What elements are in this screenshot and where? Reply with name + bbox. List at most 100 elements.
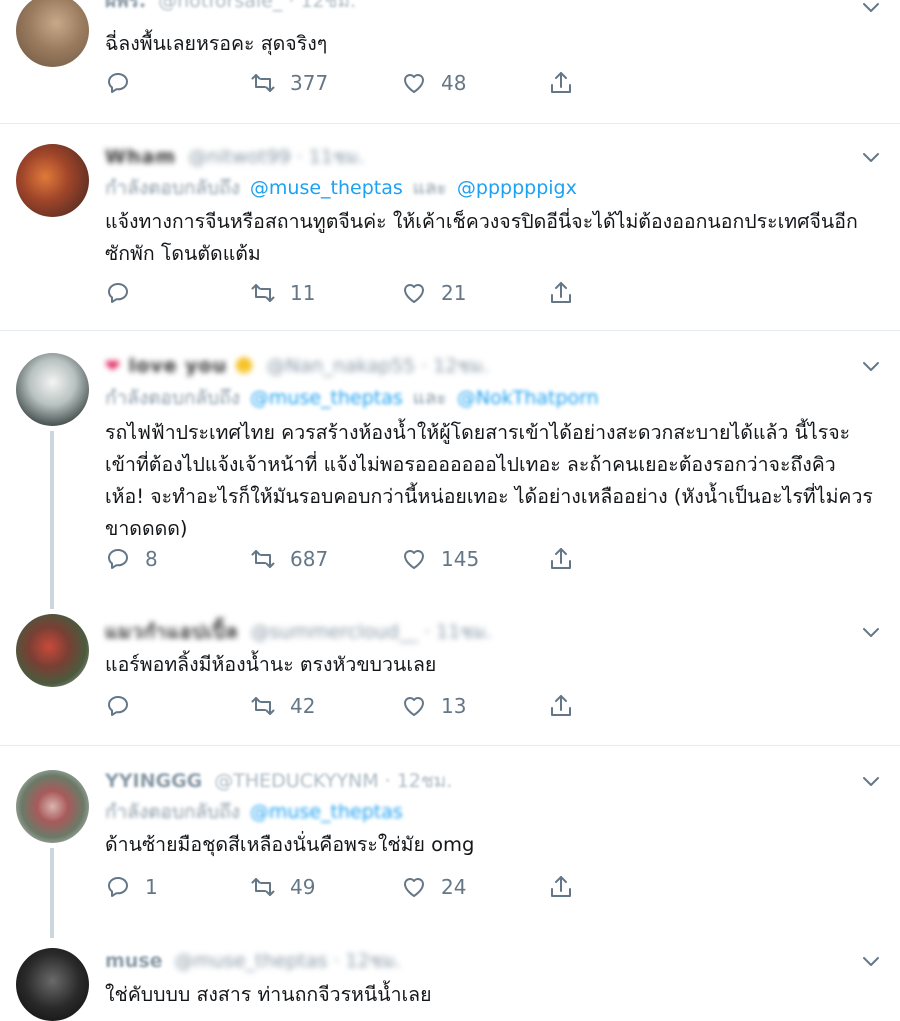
and-label: และ bbox=[412, 177, 447, 199]
tweet[interactable]: ผพร. @notforsale_ · 12ชม. ฉี่ลงพื้นเลยหร… bbox=[0, 0, 900, 124]
tweet-header: ❤ love you ☻ @Nan_nakap55 · 12ชม. bbox=[105, 353, 489, 379]
emoji-icon: ☻ bbox=[234, 356, 255, 377]
mention-link[interactable]: @NokThatporn bbox=[457, 387, 599, 409]
retweet-count: 49 bbox=[290, 875, 316, 899]
heart-emoji-icon: ❤ bbox=[105, 356, 122, 377]
mention-link[interactable]: @muse_theptas bbox=[250, 177, 403, 199]
tweet-header: YYINGGG @THEDUCKYYNM · 12ชม. bbox=[105, 768, 452, 794]
retweet-icon bbox=[251, 284, 275, 302]
tweet[interactable]: muse @muse_theptas · 12ชม. ใช่คับบบบ สงส… bbox=[0, 938, 900, 1021]
retweet-count: 377 bbox=[290, 71, 329, 95]
avatar[interactable] bbox=[16, 614, 89, 687]
tweet-text: แจ้งทางการจีนหรือสถานทูตจีนค่ะ ให้เค้าเช… bbox=[105, 210, 858, 265]
share-icon bbox=[551, 282, 571, 303]
user-handle[interactable]: @muse_theptas · 12ชม. bbox=[175, 946, 402, 976]
reply-button[interactable]: 1 bbox=[105, 871, 158, 903]
avatar[interactable] bbox=[16, 770, 89, 843]
user-handle[interactable]: @notforsale_ · 12ชม. bbox=[158, 0, 356, 16]
avatar[interactable] bbox=[16, 0, 89, 67]
chevron-down-icon[interactable] bbox=[860, 621, 882, 643]
retweet-button[interactable]: 49 bbox=[250, 871, 315, 903]
tweet-header: ผพร. @notforsale_ · 12ชม. bbox=[105, 0, 356, 14]
share-icon bbox=[551, 876, 571, 897]
heart-icon bbox=[404, 284, 424, 303]
tweet-text: แอร์พอทลิ้งมีห้องน้ำนะ ตรงหัวขบวนเลย bbox=[105, 653, 437, 676]
chevron-down-icon[interactable] bbox=[860, 770, 882, 792]
user-handle[interactable]: @summercloud__ · 11ชม. bbox=[251, 617, 492, 647]
display-name[interactable]: ❤ love you ☻ bbox=[105, 355, 255, 377]
reply-icon bbox=[108, 877, 128, 897]
replying-to-label: กำลังตอบกลับถึง bbox=[105, 177, 240, 199]
chevron-down-icon[interactable] bbox=[860, 355, 882, 377]
tweet-text: ฉี่ลงพื้นเลยหรอคะ สุดจริงๆ bbox=[105, 32, 328, 55]
heart-icon bbox=[404, 878, 424, 897]
tweet-text: ใช่คับบบบ สงสาร ท่านถกจีวรหนีน้ำเลย bbox=[105, 983, 432, 1006]
mention-link[interactable]: @muse_theptas bbox=[250, 801, 403, 823]
display-name[interactable]: Wham bbox=[105, 146, 176, 168]
user-handle[interactable]: @THEDUCKYYNM · 12ชม. bbox=[214, 766, 452, 796]
tweet-actions: 1 49 24 bbox=[105, 871, 585, 903]
retweet-button[interactable]: 377 bbox=[250, 67, 328, 99]
avatar[interactable] bbox=[16, 144, 89, 217]
chevron-down-icon[interactable] bbox=[860, 146, 882, 168]
retweet-icon bbox=[251, 878, 275, 896]
reply-icon bbox=[108, 696, 128, 716]
tweet[interactable]: YYINGGG @THEDUCKYYNM · 12ชม. กำลังตอบกลั… bbox=[0, 746, 900, 938]
tweet-actions: 11 21 bbox=[105, 277, 585, 309]
share-icon bbox=[551, 695, 571, 716]
reply-icon bbox=[108, 283, 128, 303]
user-handle[interactable]: @Nan_nakap55 · 12ชม. bbox=[267, 351, 489, 381]
like-button[interactable]: 13 bbox=[401, 690, 466, 722]
tweet-header: Wham @nitwot99 · 11ชม. bbox=[105, 144, 364, 170]
like-count: 24 bbox=[441, 875, 467, 899]
display-name[interactable]: ผพร. bbox=[105, 0, 146, 16]
reply-button[interactable]: 8 bbox=[105, 543, 158, 575]
reply-count: 8 bbox=[145, 547, 158, 571]
avatar[interactable] bbox=[16, 353, 89, 426]
share-button[interactable] bbox=[548, 543, 574, 575]
retweet-count: 687 bbox=[290, 547, 329, 571]
thread-line bbox=[50, 431, 54, 609]
replying-to: กำลังตอบกลับถึง @muse_theptas และ @ppppp… bbox=[105, 175, 577, 201]
replying-to: กำลังตอบกลับถึง @muse_theptas และ @NokTh… bbox=[105, 385, 599, 411]
retweet-button[interactable]: 42 bbox=[250, 690, 315, 722]
like-button[interactable]: 48 bbox=[401, 67, 466, 99]
tweet-header: muse @muse_theptas · 12ชม. bbox=[105, 948, 401, 974]
chevron-down-icon[interactable] bbox=[860, 950, 882, 972]
share-button[interactable] bbox=[548, 871, 574, 903]
retweet-button[interactable]: 11 bbox=[250, 277, 315, 309]
like-button[interactable]: 145 bbox=[401, 543, 479, 575]
share-icon bbox=[551, 72, 571, 93]
reply-button[interactable] bbox=[105, 690, 145, 722]
retweet-button[interactable]: 687 bbox=[250, 543, 328, 575]
tweet[interactable]: แมวกำแอปเปิ้ล @summercloud__ · 11ชม. แอร… bbox=[0, 598, 900, 746]
heart-icon bbox=[404, 74, 424, 93]
replying-to-label: กำลังตอบกลับถึง bbox=[105, 801, 240, 823]
like-button[interactable]: 24 bbox=[401, 871, 466, 903]
tweet-actions: 42 13 bbox=[105, 690, 585, 722]
share-button[interactable] bbox=[548, 67, 574, 99]
mention-link[interactable]: @muse_theptas bbox=[250, 387, 403, 409]
like-button[interactable]: 21 bbox=[401, 277, 466, 309]
chevron-down-icon[interactable] bbox=[860, 0, 882, 18]
mention-link[interactable]: @ppppppigx bbox=[457, 177, 577, 199]
tweet[interactable]: Wham @nitwot99 · 11ชม. กำลังตอบกลับถึง @… bbox=[0, 124, 900, 331]
retweet-icon bbox=[251, 697, 275, 715]
reply-icon bbox=[108, 549, 128, 569]
tweet-text: รถไฟฟ้าประเทศไทย ควรสร้างห้องน้ำให้ผู้โด… bbox=[105, 421, 873, 540]
replying-to: กำลังตอบกลับถึง @muse_theptas bbox=[105, 799, 403, 825]
reply-button[interactable] bbox=[105, 67, 145, 99]
retweet-count: 11 bbox=[290, 281, 316, 305]
display-name[interactable]: muse bbox=[105, 950, 163, 972]
retweet-icon bbox=[251, 74, 275, 92]
tweet[interactable]: ❤ love you ☻ @Nan_nakap55 · 12ชม. กำลังต… bbox=[0, 331, 900, 609]
display-name[interactable]: แมวกำแอปเปิ้ล bbox=[105, 617, 239, 647]
share-button[interactable] bbox=[548, 277, 574, 309]
tweet-text: ด้านซ้ายมือชุดสีเหลืองนั่นคือพระใช่มัย o… bbox=[105, 833, 475, 856]
avatar[interactable] bbox=[16, 948, 89, 1021]
display-name[interactable]: YYINGGG bbox=[105, 770, 202, 792]
user-handle[interactable]: @nitwot99 · 11ชม. bbox=[188, 142, 364, 172]
share-button[interactable] bbox=[548, 690, 574, 722]
reply-button[interactable] bbox=[105, 277, 145, 309]
heart-icon bbox=[404, 697, 424, 716]
